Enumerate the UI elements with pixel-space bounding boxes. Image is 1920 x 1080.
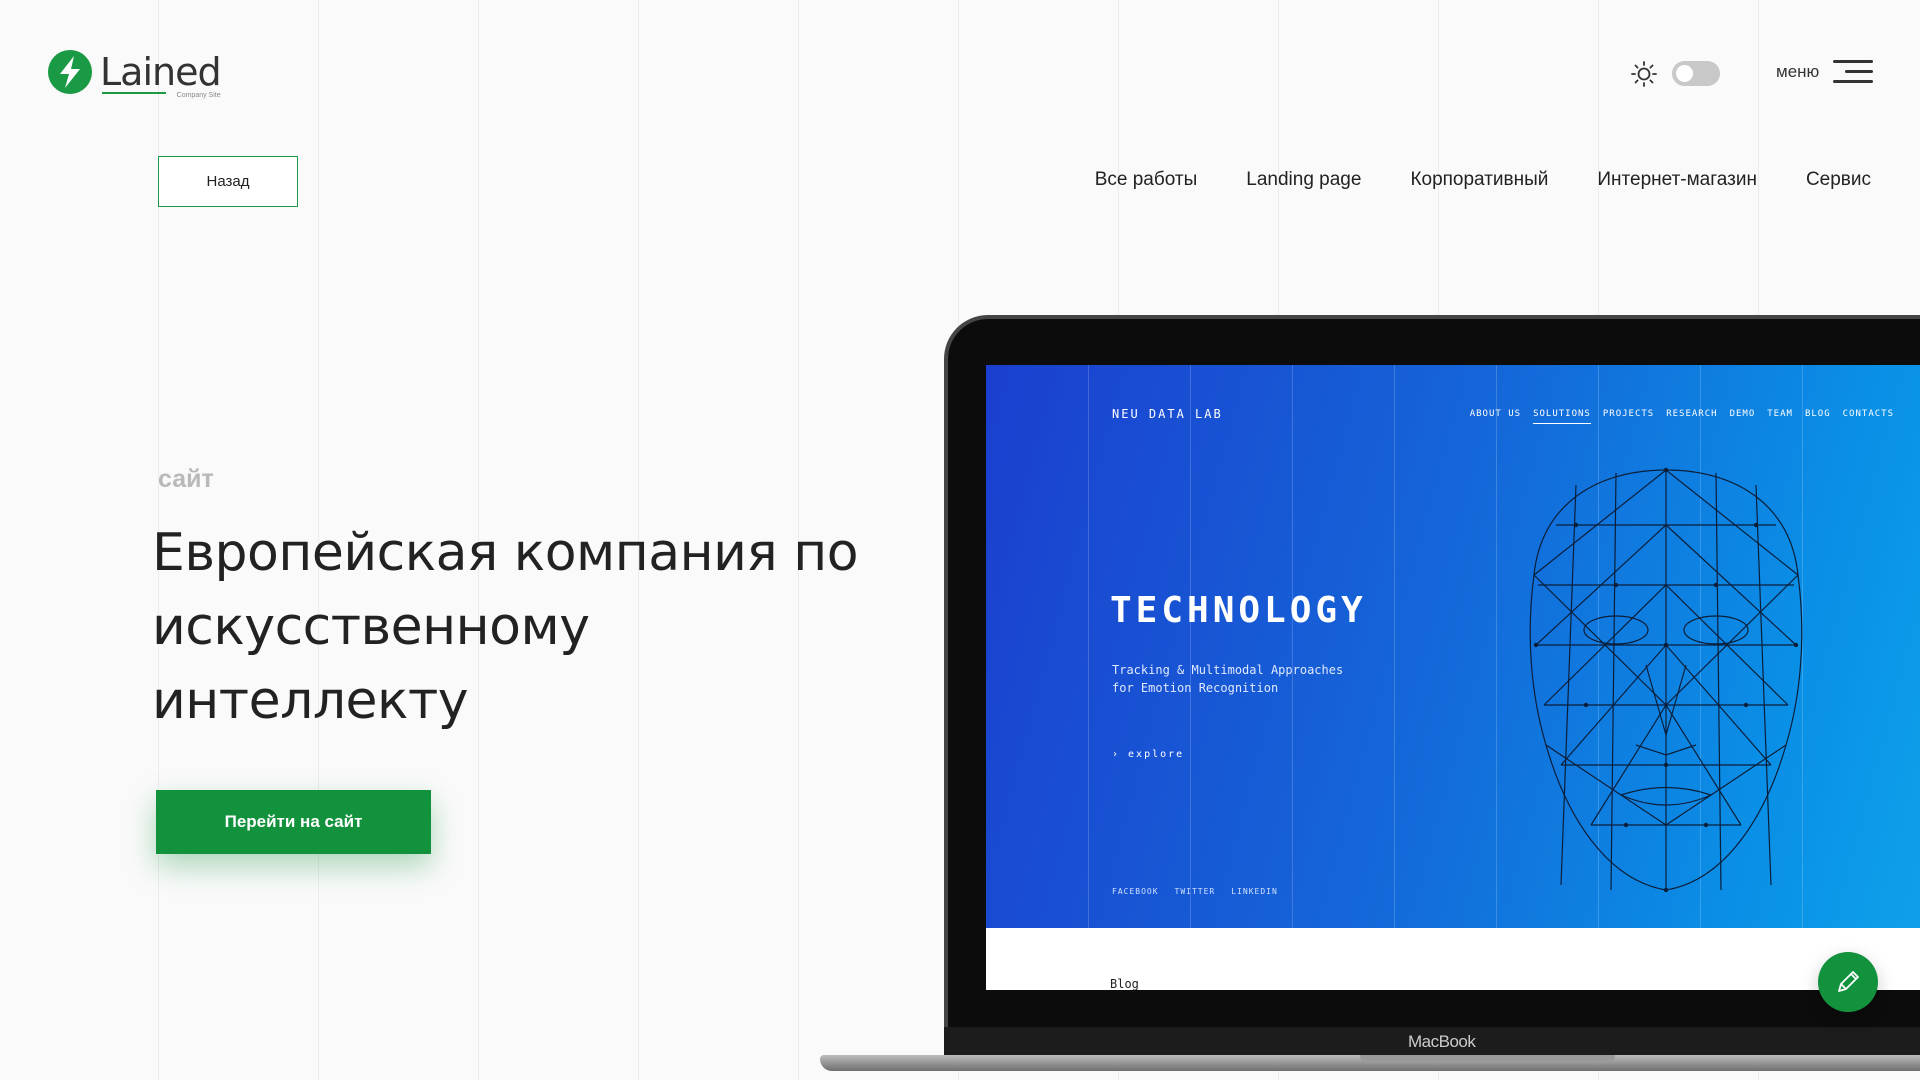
menu-label: меню	[1776, 62, 1820, 81]
filter-online-store[interactable]: Интернет-магазин	[1597, 169, 1757, 191]
pencil-icon	[1838, 971, 1859, 992]
filter-corporate[interactable]: Корпоративный	[1410, 169, 1548, 191]
project-title: Европейская компания по искусственному и…	[152, 523, 859, 731]
logo-icon	[48, 50, 92, 94]
laptop-mockup: NEU DATA LAB ABOUT US SOLUTIONS PROJECTS…	[820, 315, 1920, 1080]
logo-underline	[102, 92, 166, 94]
preview-nav-item: TEAM	[1767, 409, 1793, 419]
laptop-notch	[1360, 1055, 1615, 1063]
preview-site-nav: ABOUT US SOLUTIONS PROJECTS RESEARCH DEM…	[1470, 409, 1894, 424]
device-label: MacBook	[1408, 1032, 1476, 1051]
preview-nav-item: CONTACTS	[1842, 409, 1894, 419]
preview-blog-heading: Blog	[1110, 977, 1139, 990]
theme-toggle[interactable]	[1672, 61, 1720, 86]
preview-social-twitter: TWITTER	[1174, 887, 1216, 896]
preview-headline: TECHNOLOGY	[1110, 590, 1367, 631]
preview-explore-link: › explore	[1112, 749, 1185, 760]
wireframe-face-image	[1529, 467, 1803, 893]
preview-nav-item: RESEARCH	[1666, 409, 1718, 419]
project-type-label: сайт	[158, 465, 214, 493]
preview-nav-item: ABOUT US	[1469, 409, 1522, 419]
sun-icon[interactable]	[1630, 60, 1658, 88]
category-filters: Все работы Landing page Корпоративный Ин…	[1095, 169, 1871, 191]
hamburger-icon	[1833, 60, 1874, 84]
preview-site-logo: NEU DATA LAB	[1112, 407, 1223, 421]
preview-social-links: FACEBOOK TWITTER LINKEDIN	[1112, 887, 1278, 896]
laptop-screen: NEU DATA LAB ABOUT US SOLUTIONS PROJECTS…	[986, 365, 1920, 990]
preview-nav-item-active: SOLUTIONS	[1533, 409, 1591, 424]
menu-button[interactable]: меню	[1776, 60, 1874, 84]
back-button[interactable]: Назад	[158, 156, 298, 207]
preview-nav-item: DEMO	[1729, 409, 1756, 419]
visit-site-button[interactable]: Перейти на сайт	[156, 790, 431, 854]
logo-tagline: Company Site	[176, 92, 221, 99]
logo-name: Lained	[100, 50, 222, 94]
toggle-knob	[1676, 65, 1693, 82]
filter-landing-page[interactable]: Landing page	[1246, 169, 1361, 191]
preview-subtitle: Tracking & Multimodal Approaches for Emo…	[1112, 663, 1344, 695]
preview-site-hero: NEU DATA LAB ABOUT US SOLUTIONS PROJECTS…	[986, 365, 1920, 928]
preview-nav-item: BLOG	[1804, 409, 1831, 419]
preview-social-facebook: FACEBOOK	[1112, 887, 1159, 896]
site-logo[interactable]: Lained Company Site	[48, 50, 222, 99]
filter-service[interactable]: Сервис	[1806, 169, 1871, 191]
filter-all-works[interactable]: Все работы	[1095, 169, 1198, 191]
preview-nav-item: PROJECTS	[1602, 409, 1655, 419]
preview-social-linkedin: LINKEDIN	[1231, 887, 1278, 896]
edit-fab-button[interactable]	[1818, 952, 1878, 1012]
